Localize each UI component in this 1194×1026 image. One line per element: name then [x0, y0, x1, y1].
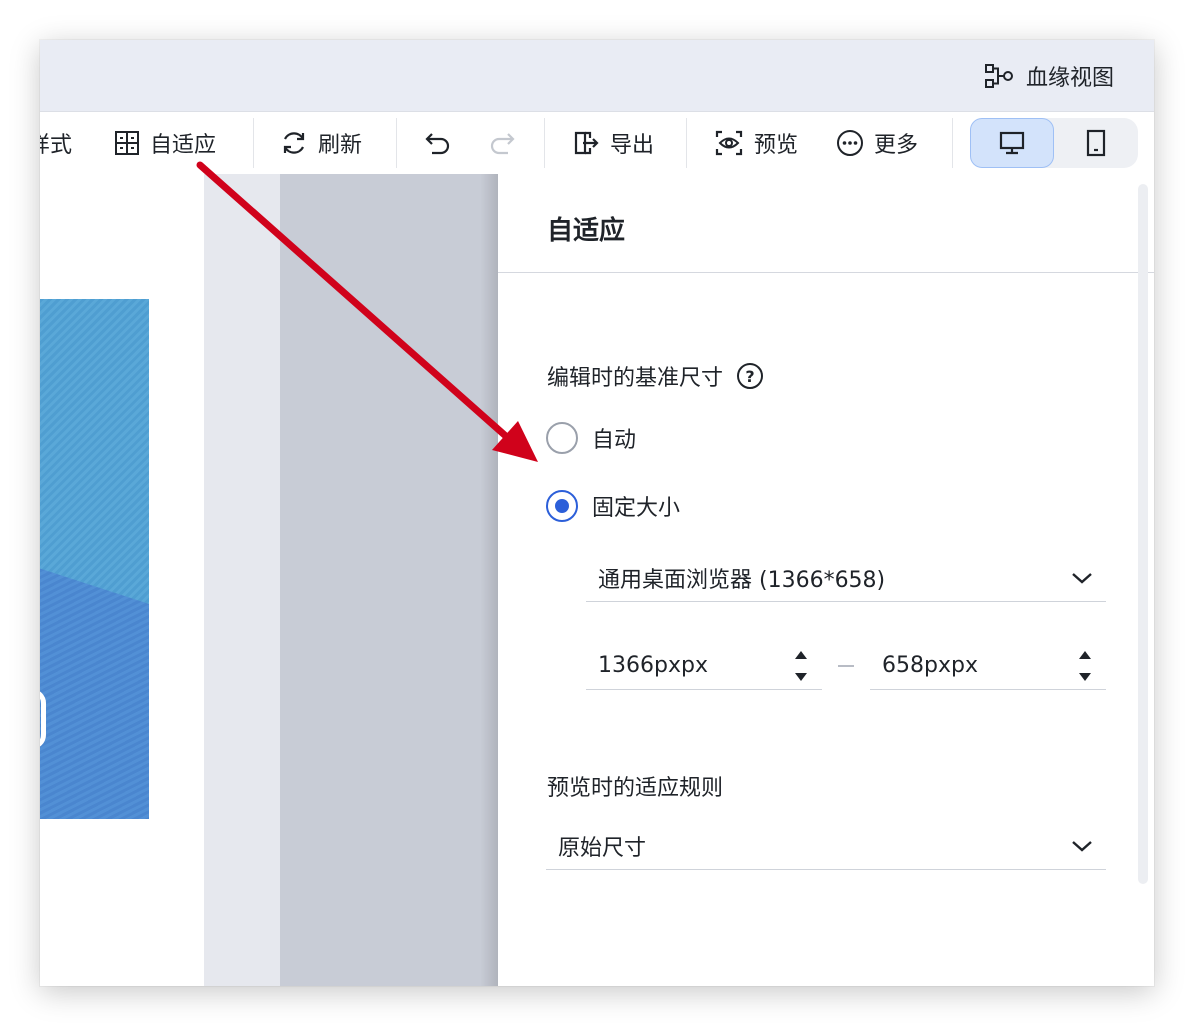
lineage-view-button[interactable]: 血缘视图: [984, 58, 1114, 94]
size-preset-select[interactable]: 通用桌面浏览器 (1366*658): [586, 554, 1106, 602]
adaptive-icon: [115, 131, 139, 155]
export-button[interactable]: 导出: [572, 112, 654, 174]
preview-rule-value: 原始尺寸: [558, 835, 647, 861]
app-window: 血缘视图 样式 自适应 刷新: [40, 40, 1154, 986]
toolbar: 样式 自适应 刷新: [40, 112, 1154, 174]
preview-rule-select[interactable]: 原始尺寸: [546, 822, 1106, 870]
toolbar-divider: [952, 118, 953, 168]
caret-up-icon[interactable]: [1078, 650, 1092, 660]
panel-title: 自适应: [547, 216, 626, 246]
adaptive-button[interactable]: 自适应: [114, 112, 216, 174]
chevron-down-icon: [1072, 572, 1092, 584]
toolbar-divider: [253, 118, 254, 168]
style-label: 样式: [40, 133, 73, 158]
caret-down-icon[interactable]: [794, 672, 808, 682]
desktop-view-button[interactable]: [970, 118, 1054, 168]
preview-label: 预览: [754, 133, 799, 158]
device-switch: [970, 118, 1138, 168]
radio-auto-circle[interactable]: [546, 422, 578, 454]
height-value: 658pxpx: [882, 653, 978, 678]
dashboard-preview-image: [40, 299, 149, 819]
canvas-overlay: [280, 174, 498, 986]
toolbar-divider: [686, 118, 687, 168]
refresh-button[interactable]: 刷新: [280, 112, 362, 174]
preview-rule-section: 预览时的适应规则: [547, 770, 723, 802]
undo-icon: [425, 133, 450, 155]
width-stepper[interactable]: [794, 650, 808, 682]
width-input[interactable]: 1366pxpx: [586, 642, 822, 690]
desktop-icon: [999, 131, 1025, 155]
width-value: 1366pxpx: [598, 653, 708, 678]
lineage-view-label: 血缘视图: [1025, 66, 1114, 91]
size-separator: [838, 665, 854, 667]
help-icon[interactable]: ?: [737, 363, 764, 389]
refresh-label: 刷新: [318, 133, 363, 158]
undo-button[interactable]: [424, 112, 452, 174]
adaptive-settings-panel: 自适应 编辑时的基准尺寸 ? 自动 固定大小 通用桌面浏览器 (1366*658…: [498, 174, 1154, 986]
radio-fixed-size[interactable]: 固定大小: [546, 490, 680, 522]
refresh-icon: [283, 132, 305, 154]
panel-divider: [498, 272, 1154, 273]
redo-icon: [490, 133, 515, 155]
caret-up-icon[interactable]: [794, 650, 808, 660]
export-icon: [574, 131, 599, 155]
radio-auto-label: 自动: [592, 428, 637, 453]
style-button[interactable]: 样式: [40, 112, 72, 174]
canvas-gutter: [204, 174, 280, 986]
adaptive-label: 自适应: [150, 133, 217, 158]
panel-scrollbar[interactable]: [1138, 184, 1148, 884]
caret-down-icon[interactable]: [1078, 672, 1092, 682]
more-button[interactable]: 更多: [836, 112, 918, 174]
toolbar-divider: [396, 118, 397, 168]
top-bar: 血缘视图: [40, 40, 1154, 112]
toolbar-divider: [544, 118, 545, 168]
mobile-view-button[interactable]: [1054, 118, 1138, 168]
preview-button[interactable]: 预览: [714, 112, 798, 174]
more-icon: [837, 130, 863, 156]
size-preset-value: 通用桌面浏览器 (1366*658): [598, 567, 886, 593]
height-stepper[interactable]: [1078, 650, 1092, 682]
chevron-down-icon: [1072, 840, 1092, 852]
base-size-section: 编辑时的基准尺寸 ?: [547, 360, 764, 392]
preview-icon: [715, 130, 743, 156]
height-input[interactable]: 658pxpx: [870, 642, 1106, 690]
canvas-area[interactable]: [40, 174, 498, 986]
more-label: 更多: [874, 133, 919, 158]
export-label: 导出: [610, 133, 655, 158]
radio-fixed-circle[interactable]: [546, 490, 578, 522]
radio-fixed-label: 固定大小: [592, 496, 681, 521]
mobile-icon: [1086, 129, 1106, 157]
base-size-label: 编辑时的基准尺寸: [547, 366, 724, 391]
lineage-icon: [984, 64, 1013, 88]
preview-rule-label: 预览时的适应规则: [547, 776, 724, 801]
redo-button[interactable]: [488, 112, 516, 174]
radio-auto[interactable]: 自动: [546, 422, 636, 454]
